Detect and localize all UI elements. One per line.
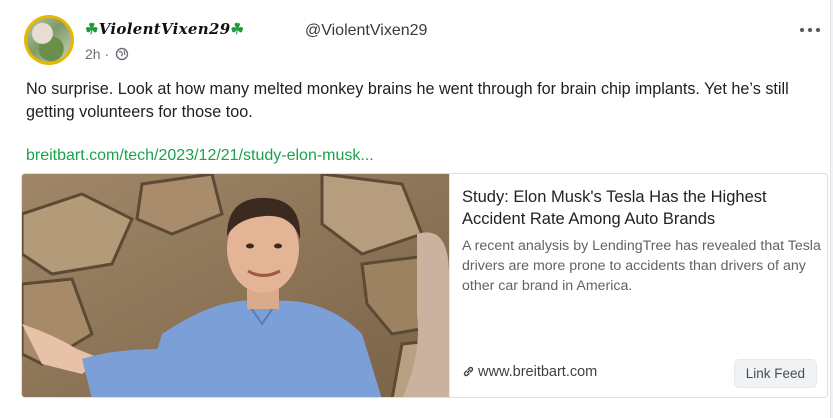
preview-domain[interactable]: www.breitbart.com <box>462 364 597 382</box>
preview-title[interactable]: Study: Elon Musk's Tesla Has the Highest… <box>462 186 792 230</box>
display-name-text: ViolentVixen29 <box>98 20 231 38</box>
link-feed-button[interactable]: Link Feed <box>733 359 817 388</box>
post-card: ☘ViolentVixen29☘ @ViolentVixen29 2h · No… <box>0 0 831 418</box>
link-icon <box>462 365 475 382</box>
preview-domain-text: www.breitbart.com <box>478 364 598 380</box>
more-options-icon[interactable] <box>800 22 820 38</box>
meta-separator: · <box>104 46 110 62</box>
post-link[interactable]: breitbart.com/tech/2023/12/21/study-elon… <box>26 147 374 165</box>
post-text: No surprise. Look at how many melted mon… <box>26 80 789 121</box>
preview-description: A recent analysis by LendingTree has rev… <box>462 238 821 294</box>
display-name[interactable]: ☘ViolentVixen29☘ <box>85 20 244 38</box>
clover-icon: ☘ <box>85 20 99 38</box>
preview-body: Study: Elon Musk's Tesla Has the Highest… <box>449 174 827 397</box>
avatar-image <box>27 18 71 62</box>
post-meta: 2h · <box>85 46 129 64</box>
preview-image <box>22 174 449 397</box>
timestamp[interactable]: 2h <box>85 46 101 62</box>
avatar[interactable] <box>24 15 74 65</box>
globe-icon <box>115 47 129 64</box>
clover-icon: ☘ <box>230 20 245 38</box>
user-handle[interactable]: @ViolentVixen29 <box>305 22 427 40</box>
link-preview-card[interactable]: Study: Elon Musk's Tesla Has the Highest… <box>21 173 828 398</box>
